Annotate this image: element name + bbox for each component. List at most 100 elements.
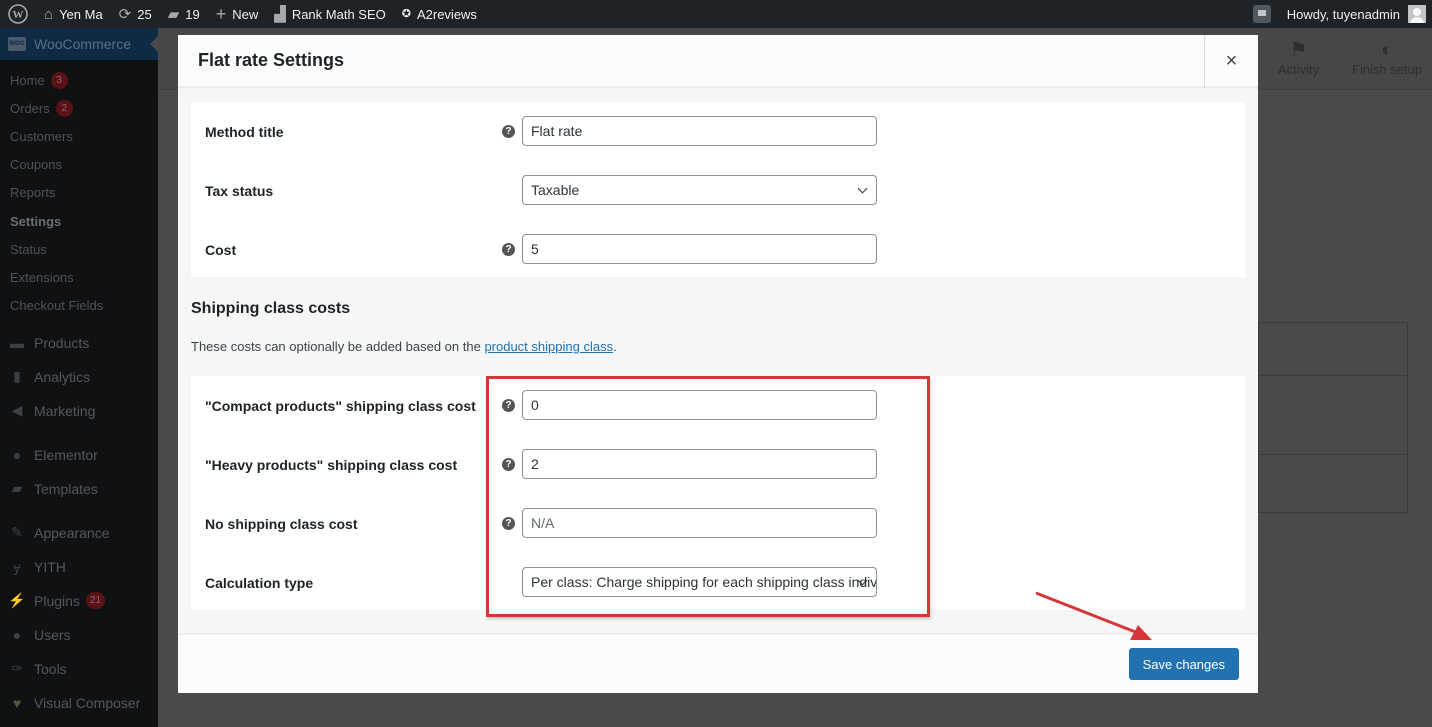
sidebar-item-label: WooCommerce (34, 36, 131, 52)
sidebar-item-elementor[interactable]: ● Elementor (0, 438, 158, 472)
submenu-label: Reports (10, 185, 56, 201)
count-badge: 2 (55, 99, 73, 117)
heavy-class-label: "Heavy products" shipping class cost (205, 457, 458, 473)
close-icon: × (1225, 50, 1238, 72)
submenu-item-status[interactable]: Status (0, 235, 158, 263)
close-button[interactable]: × (1204, 35, 1258, 88)
help-icon[interactable]: ? (502, 517, 515, 530)
submenu-item-home[interactable]: Home 3 (0, 66, 158, 94)
cost-row: Cost ? (191, 234, 1245, 293)
count-badge: 3 (50, 71, 68, 89)
plug-icon: ⚡ (8, 592, 26, 609)
tax-status-row: Tax status Taxable (191, 175, 1245, 234)
sidebar-item-visual-composer[interactable]: ♥ Visual Composer (0, 686, 158, 720)
help-icon[interactable]: ? (502, 458, 515, 471)
user-icon: ● (12, 626, 22, 643)
submenu-item-customers[interactable]: Customers (0, 122, 158, 150)
sidebar-item-users[interactable]: ● Users (0, 618, 158, 652)
new-content-link[interactable]: + New (208, 0, 267, 28)
finish-setup-label: Finish setup (1352, 62, 1423, 77)
site-name: Yen Ma (59, 6, 103, 22)
cost-label: Cost (205, 242, 237, 258)
help-icon[interactable]: ? (502, 125, 515, 138)
finish-setup-button[interactable]: ◐ Finish setup (1352, 38, 1422, 77)
save-changes-button[interactable]: Save changes (1128, 648, 1239, 680)
flag-icon: ⚑ (1289, 39, 1308, 61)
star-circle-icon: ✪ (401, 7, 411, 20)
calculation-type-value: Per class: Charge shipping for each ship… (531, 574, 877, 590)
sidebar-item-products[interactable]: ▬ Products (0, 326, 158, 360)
submenu-label: Settings (10, 213, 62, 229)
modal-header: Flat rate Settings × (178, 35, 1258, 88)
activity-label: Activity (1278, 62, 1320, 77)
svg-text:W: W (13, 9, 24, 21)
modal-body: Method title ? Tax status Taxable Cost ?… (178, 88, 1258, 633)
submenu-label: Coupons (10, 157, 63, 173)
sidebar-item-marketing[interactable]: ◀ Marketing (0, 394, 158, 428)
heavy-class-cost-input[interactable] (522, 449, 877, 479)
site-name-link[interactable]: ⌂ Yen Ma (36, 0, 111, 28)
activity-button[interactable]: ⚑ Activity (1278, 38, 1319, 77)
sidebar-item-label: Users (34, 626, 71, 643)
method-title-input[interactable] (522, 116, 877, 146)
wordpress-icon: W (8, 4, 28, 24)
howdy-greeting[interactable]: Howdy, tuyenadmin (1287, 7, 1400, 22)
sidebar-item-analytics[interactable]: ▮ Analytics (0, 360, 158, 394)
calculation-type-row: Calculation type Per class: Charge shipp… (191, 567, 1245, 626)
submenu-item-orders[interactable]: Orders 2 (0, 94, 158, 122)
method-title-label: Method title (205, 124, 284, 140)
sidebar-item-yith[interactable]: ɏ YITH (0, 550, 158, 584)
submenu-item-reports[interactable]: Reports (0, 179, 158, 207)
archive-icon: ▬ (10, 334, 24, 351)
updates-count: 25 (137, 6, 152, 22)
flat-rate-settings-modal: Flat rate Settings × Method title ? Tax … (178, 35, 1258, 693)
submenu-item-extensions[interactable]: Extensions (0, 263, 158, 291)
modal-title: Flat rate Settings (198, 50, 345, 70)
rank-math-label: Rank Math SEO (291, 6, 386, 22)
background-table (1258, 322, 1408, 513)
elementor-icon: ● (12, 446, 22, 463)
a2reviews-link[interactable]: ✪ A2reviews (394, 0, 485, 28)
tax-status-label: Tax status (205, 183, 274, 199)
woocommerce-icon: WOO (8, 37, 26, 51)
submenu-item-coupons[interactable]: Coupons (0, 151, 158, 179)
count-badge: 21 (85, 592, 106, 610)
submenu-label: Checkout Fields (10, 298, 104, 314)
updates-link[interactable]: ⟳ 25 (111, 0, 160, 28)
sidebar-item-tools[interactable]: ✑ Tools (0, 652, 158, 686)
visual-composer-icon: ♥ (12, 694, 22, 711)
submenu-item-settings[interactable]: Settings (0, 207, 158, 235)
cost-input[interactable] (522, 234, 877, 264)
admin-sidebar: WOO WooCommerce Home 3 Orders 2 Customers … (0, 28, 158, 727)
wordpress-logo-button[interactable]: W (0, 0, 36, 28)
refresh-icon: ⟳ (118, 5, 132, 23)
chevron-down-icon (857, 183, 868, 194)
no-class-cost-input[interactable] (522, 508, 877, 538)
shipping-class-card: "Compact products" shipping class cost ?… (191, 376, 1245, 610)
compact-class-row: "Compact products" shipping class cost ? (191, 390, 1245, 449)
sidebar-item-plugins[interactable]: ⚡ Plugins 21 (0, 584, 158, 618)
no-class-row: No shipping class cost ? (191, 508, 1245, 567)
calculation-type-label: Calculation type (205, 575, 314, 591)
rank-math-link[interactable]: ▟ Rank Math SEO (266, 0, 393, 28)
sidebar-item-templates[interactable]: ▰ Templates (0, 472, 158, 506)
sidebar-item-woocommerce[interactable]: WOO WooCommerce (0, 28, 158, 60)
tax-status-select[interactable]: Taxable (522, 175, 877, 205)
sidebar-item-appearance[interactable]: ✎ Appearance (0, 516, 158, 550)
calculation-type-select[interactable]: Per class: Charge shipping for each ship… (522, 567, 877, 597)
help-icon[interactable]: ? (502, 399, 515, 412)
sidebar-item-label: Templates (34, 480, 98, 497)
product-shipping-class-link[interactable]: product shipping class (484, 339, 613, 354)
comments-link[interactable]: ▰ 19 (160, 0, 208, 28)
sidebar-item-label: YITH (34, 558, 66, 575)
help-icon[interactable]: ? (502, 243, 515, 256)
paintbrush-icon: ✎ (11, 524, 23, 541)
notification-icon[interactable] (1252, 5, 1271, 23)
description-text: These costs can optionally be added base… (191, 339, 485, 354)
sidebar-item-label: Visual Composer (34, 694, 141, 711)
wrench-icon: ✑ (11, 660, 23, 677)
avatar[interactable] (1408, 5, 1426, 23)
compact-class-cost-input[interactable] (522, 390, 877, 420)
heavy-class-row: "Heavy products" shipping class cost ? (191, 449, 1245, 508)
submenu-item-checkout-fields[interactable]: Checkout Fields (0, 292, 158, 320)
